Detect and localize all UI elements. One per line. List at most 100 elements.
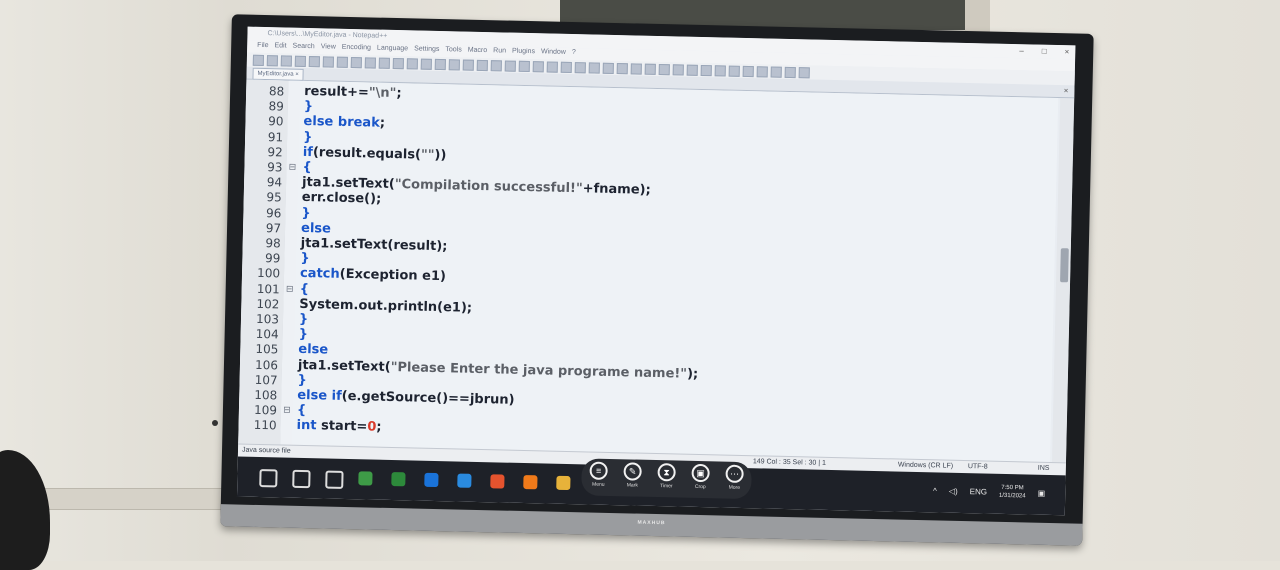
menu-item[interactable]: Tools: [445, 46, 461, 53]
toolbar-icon[interactable]: [253, 54, 264, 65]
task-view-icon[interactable]: [325, 471, 343, 489]
toolbar-icon[interactable]: [617, 63, 628, 74]
menu-item[interactable]: Macro: [468, 47, 488, 54]
language-indicator[interactable]: ENG: [970, 487, 988, 496]
edge-legacy-icon[interactable]: [424, 473, 438, 487]
app-icon[interactable]: [358, 471, 372, 485]
code-token: {: [302, 160, 312, 175]
menu-item[interactable]: Edit: [274, 42, 286, 49]
status-mode: INS: [1038, 465, 1050, 472]
fold-marker-icon[interactable]: ⊟: [286, 161, 298, 175]
toolbar-icon[interactable]: [659, 63, 670, 74]
toolbar-icon[interactable]: [561, 61, 572, 72]
pen-toolbar-label: More: [729, 485, 741, 491]
toolbar-icon[interactable]: [715, 65, 726, 76]
toolbar-icon[interactable]: [505, 60, 516, 71]
toolbar-icon[interactable]: [379, 57, 390, 68]
tab-label: MyEditor.java: [258, 71, 294, 78]
volume-icon[interactable]: ◁): [949, 486, 958, 495]
toolbar-icon[interactable]: [603, 62, 614, 73]
close-button[interactable]: ×: [1065, 47, 1070, 56]
clock[interactable]: 7:50 PM 1/31/2024: [999, 484, 1026, 501]
toolbar-icon[interactable]: [435, 58, 446, 69]
toolbar-icon[interactable]: [729, 65, 740, 76]
line-number: 94: [248, 175, 282, 190]
pen-toolbar-menu-button[interactable]: ≡Menu: [585, 461, 612, 488]
code-token: }: [299, 312, 309, 327]
search-icon[interactable]: [292, 470, 310, 488]
notification-icon[interactable]: ▣: [1038, 488, 1046, 497]
status-eol: Windows (CR LF): [898, 462, 953, 470]
toolbar-icon[interactable]: [547, 61, 558, 72]
line-number: 102: [245, 296, 279, 311]
toolbar-icon[interactable]: [449, 59, 460, 70]
toolbar-icon[interactable]: [295, 55, 306, 66]
toolbar-icon[interactable]: [281, 55, 292, 66]
code-token: (Exception e1): [340, 267, 447, 284]
fold-marker-icon[interactable]: ⊟: [284, 282, 296, 296]
firefox-icon[interactable]: [523, 475, 537, 489]
system-tray: ^ ◁) ENG 7:50 PM 1/31/2024 ▣: [933, 482, 1046, 501]
toolbar-icon[interactable]: [309, 56, 320, 67]
pen-toolbar-crop-button[interactable]: ▣Crop: [687, 464, 714, 491]
toolbar-icon[interactable]: [533, 61, 544, 72]
toolbar-icon[interactable]: [407, 58, 418, 69]
brave-icon[interactable]: [490, 474, 504, 488]
scroll-thumb[interactable]: [1060, 248, 1069, 282]
edge-icon[interactable]: [457, 474, 471, 488]
start-icon[interactable]: [259, 469, 277, 487]
file-explorer-icon[interactable]: [556, 476, 570, 490]
menu-item[interactable]: Plugins: [512, 48, 535, 56]
toolbar-icon[interactable]: [771, 66, 782, 77]
menu-item[interactable]: Search: [292, 43, 314, 51]
fold-marker-icon[interactable]: ⊟: [281, 404, 293, 418]
code-editor[interactable]: 88result+="\n";89}90else break;91}92if(r…: [238, 80, 1058, 462]
toolbar-icon[interactable]: [463, 59, 474, 70]
menu-item[interactable]: Encoding: [342, 44, 371, 52]
toolbar-icon[interactable]: [267, 55, 278, 66]
toolbar-icon[interactable]: [743, 65, 754, 76]
menu-item[interactable]: Window: [541, 48, 566, 56]
toolbar-icon[interactable]: [421, 58, 432, 69]
code-token: }: [304, 99, 314, 114]
tab-close-icon[interactable]: ×: [295, 72, 299, 78]
toolbar-icon[interactable]: [393, 57, 404, 68]
pen-toolbar-more-button[interactable]: ⋯More: [721, 465, 748, 492]
toolbar-icon[interactable]: [645, 63, 656, 74]
code-token: result+=: [304, 84, 369, 100]
toolbar-icon[interactable]: [575, 62, 586, 73]
window-title: C:\Users\...\MyEditor.java - Notepad++: [267, 30, 387, 40]
line-number: 107: [243, 372, 277, 387]
menu-item[interactable]: ?: [572, 49, 576, 56]
app-icon[interactable]: [391, 472, 405, 486]
maximize-button[interactable]: □: [1042, 47, 1047, 56]
close-doc-icon[interactable]: ×: [1064, 86, 1069, 95]
toolbar-icon[interactable]: [785, 66, 796, 77]
menu-item[interactable]: File: [257, 42, 268, 49]
pen-toolbar-mark-button[interactable]: ✎Mark: [619, 462, 646, 489]
pen-toolbar-timer-button[interactable]: ⧗Timer: [653, 463, 680, 490]
toolbar-icon[interactable]: [701, 64, 712, 75]
toolbar-icon[interactable]: [757, 66, 768, 77]
pen-toolbar-label: Crop: [695, 484, 706, 490]
toolbar-icon[interactable]: [589, 62, 600, 73]
line-number: 98: [247, 236, 281, 251]
toolbar-icon[interactable]: [673, 64, 684, 75]
toolbar-icon[interactable]: [337, 56, 348, 67]
minimize-button[interactable]: –: [1019, 46, 1024, 55]
menu-item[interactable]: View: [321, 43, 336, 50]
menu-item[interactable]: Run: [493, 47, 506, 54]
chevron-up-icon[interactable]: ^: [933, 486, 937, 495]
menu-item[interactable]: Settings: [414, 45, 439, 53]
toolbar-icon[interactable]: [519, 60, 530, 71]
toolbar-icon[interactable]: [687, 64, 698, 75]
code-token: (result.equals(: [313, 145, 421, 162]
toolbar-icon[interactable]: [631, 63, 642, 74]
toolbar-icon[interactable]: [365, 57, 376, 68]
menu-item[interactable]: Language: [377, 45, 408, 53]
toolbar-icon[interactable]: [351, 56, 362, 67]
toolbar-icon[interactable]: [323, 56, 334, 67]
toolbar-icon[interactable]: [799, 67, 810, 78]
toolbar-icon[interactable]: [491, 60, 502, 71]
toolbar-icon[interactable]: [477, 59, 488, 70]
